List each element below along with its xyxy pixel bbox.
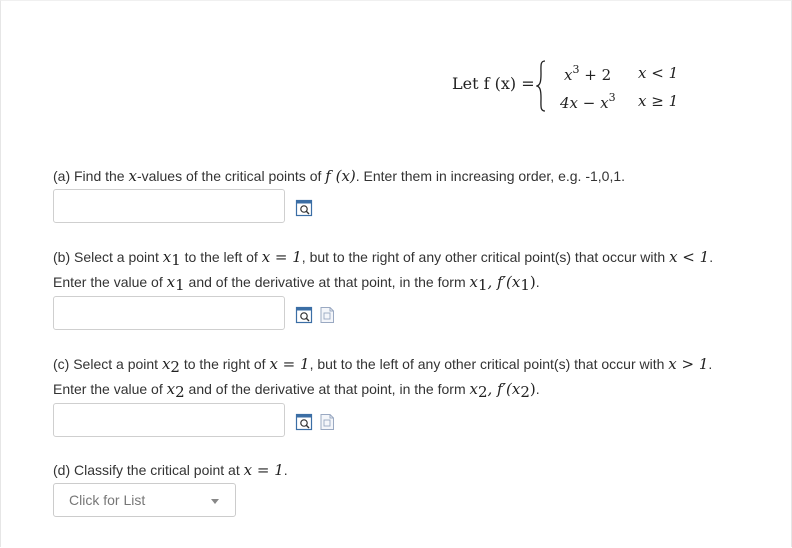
help-document-icon[interactable]	[318, 413, 336, 431]
part-b-prompt-line2: Enter the value of x1 and of the derivat…	[53, 273, 540, 294]
piece2-condition: x ≥ 1	[638, 92, 679, 110]
part-b-answer-input[interactable]	[53, 296, 285, 330]
part-a-prompt: (a) Find the x-values of the critical po…	[53, 167, 626, 185]
definition-lhs: Let f (x) =	[452, 74, 535, 93]
piece2-expression: 4x − x3	[560, 91, 616, 112]
part-b-prompt-line1: (b) Select a point x1 to the left of x =…	[53, 248, 714, 269]
help-document-icon[interactable]	[318, 306, 336, 324]
piece1-condition: x < 1	[638, 64, 679, 82]
preview-magnifier-icon[interactable]	[295, 306, 313, 324]
brace-icon	[536, 60, 546, 112]
part-c-answer-input[interactable]	[53, 403, 285, 437]
preview-magnifier-icon[interactable]	[295, 413, 313, 431]
part-c-prompt-line2: Enter the value of x2 and of the derivat…	[53, 380, 540, 401]
part-d-prompt: (d) Classify the critical point at x = 1…	[53, 461, 288, 479]
part-c-prompt-line1: (c) Select a point x2 to the right of x …	[53, 355, 713, 376]
function-definition: Let f (x) = x3 + 2 4x − x3 x < 1 x ≥ 1	[452, 60, 712, 116]
classification-dropdown[interactable]: Click for List	[53, 483, 236, 517]
preview-magnifier-icon[interactable]	[295, 199, 313, 217]
chevron-down-icon	[211, 499, 219, 504]
piece1-expression: x3 + 2	[564, 63, 612, 84]
dropdown-placeholder: Click for List	[69, 492, 146, 508]
part-a-answer-input[interactable]	[53, 189, 285, 223]
